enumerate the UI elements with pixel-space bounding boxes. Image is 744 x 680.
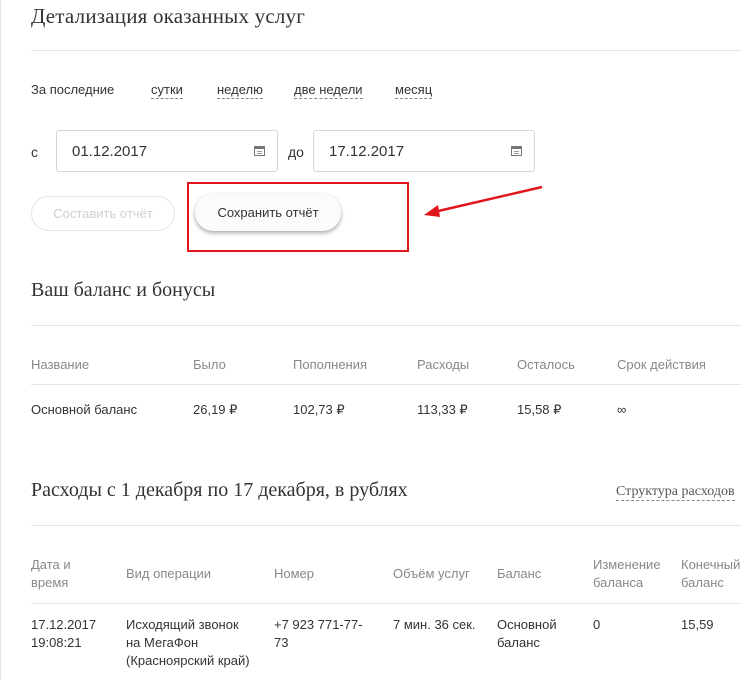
header-final-line: баланс bbox=[681, 575, 724, 590]
cell-final: 15,59 bbox=[681, 617, 714, 632]
divider bbox=[31, 325, 741, 326]
period-week-link[interactable]: неделю bbox=[217, 82, 263, 99]
date-to-value: 17.12.2017 bbox=[329, 143, 405, 160]
header-final-line: Конечный bbox=[681, 557, 741, 572]
header-topups: Пополнения bbox=[293, 357, 368, 372]
period-label: За последние bbox=[31, 82, 115, 97]
cell-volume: 7 мин. 36 сек. bbox=[393, 617, 476, 632]
cell-operation-line: Исходящий звонок bbox=[126, 617, 239, 632]
date-to-label: до bbox=[288, 144, 304, 160]
highlight-box bbox=[187, 182, 409, 252]
divider bbox=[31, 384, 741, 385]
period-day-link[interactable]: сутки bbox=[151, 82, 183, 99]
cell-datetime: 17.12.2017 19:08:21 bbox=[31, 616, 96, 652]
left-border bbox=[0, 0, 1, 680]
date-from-field[interactable]: 01.12.2017 bbox=[56, 130, 278, 172]
balance-title: Ваш баланс и бонусы bbox=[31, 279, 216, 301]
divider bbox=[31, 50, 741, 51]
cell-number-line: 73 bbox=[274, 635, 289, 650]
balance-remaining: 15,58 ₽ bbox=[517, 402, 562, 417]
expense-structure-link[interactable]: Структура расходов bbox=[616, 484, 735, 501]
header-was: Было bbox=[193, 357, 226, 372]
header-validity: Срок действия bbox=[617, 357, 706, 372]
cell-change: 0 bbox=[593, 617, 601, 632]
cell-operation-line: на МегаФон bbox=[126, 635, 199, 650]
header-expenses: Расходы bbox=[417, 357, 470, 372]
cell-number-line: +7 923 771-77- bbox=[274, 617, 363, 632]
compose-report-button[interactable]: Составить отчёт bbox=[31, 196, 175, 231]
cell-balance: Основной баланс bbox=[497, 616, 557, 652]
header-number: Номер bbox=[274, 566, 315, 581]
cell-time: 19:08:21 bbox=[31, 635, 82, 650]
header-volume: Объём услуг bbox=[393, 566, 470, 581]
period-month-link[interactable]: месяц bbox=[395, 82, 433, 99]
header-change: Изменение баланса bbox=[593, 556, 661, 592]
cell-date: 17.12.2017 bbox=[31, 617, 97, 632]
balance-topups: 102,73 ₽ bbox=[293, 402, 345, 417]
divider bbox=[31, 525, 741, 526]
cell-operation-line: (Красноярский край) bbox=[126, 653, 250, 668]
calendar-icon[interactable] bbox=[511, 146, 522, 156]
balance-name: Основной баланс bbox=[31, 402, 138, 417]
header-name: Название bbox=[31, 357, 90, 372]
balance-expenses: 113,33 ₽ bbox=[417, 402, 468, 417]
cell-balance-line: Основной bbox=[497, 617, 557, 632]
balance-was: 26,19 ₽ bbox=[193, 402, 238, 417]
calendar-icon[interactable] bbox=[254, 146, 265, 156]
header-datetime-line: время bbox=[31, 575, 69, 590]
page-title: Детализация оказанных услуг bbox=[31, 4, 306, 28]
infinity-icon: ∞ bbox=[617, 402, 627, 417]
date-to-field[interactable]: 17.12.2017 bbox=[313, 130, 535, 172]
cell-number: +7 923 771-77- 73 bbox=[274, 616, 363, 652]
header-datetime-line: Дата и bbox=[31, 557, 71, 572]
header-final: Конечный баланс bbox=[681, 556, 740, 592]
header-change-line: баланса bbox=[593, 575, 644, 590]
annotation-arrow-icon bbox=[424, 185, 543, 217]
expenses-title: Расходы с 1 декабря по 17 декабря, в руб… bbox=[31, 479, 408, 501]
divider bbox=[31, 603, 741, 604]
cell-balance-line: баланс bbox=[497, 635, 540, 650]
header-change-line: Изменение bbox=[593, 557, 661, 572]
period-two-weeks-link[interactable]: две недели bbox=[294, 82, 363, 99]
header-remaining: Осталось bbox=[517, 357, 575, 372]
date-from-value: 01.12.2017 bbox=[72, 143, 148, 160]
header-balance: Баланс bbox=[497, 566, 542, 581]
header-datetime: Дата и время bbox=[31, 556, 71, 592]
date-from-label: с bbox=[31, 144, 38, 160]
cell-operation: Исходящий звонок на МегаФон (Красноярски… bbox=[126, 616, 250, 670]
header-operation: Вид операции bbox=[126, 566, 212, 581]
